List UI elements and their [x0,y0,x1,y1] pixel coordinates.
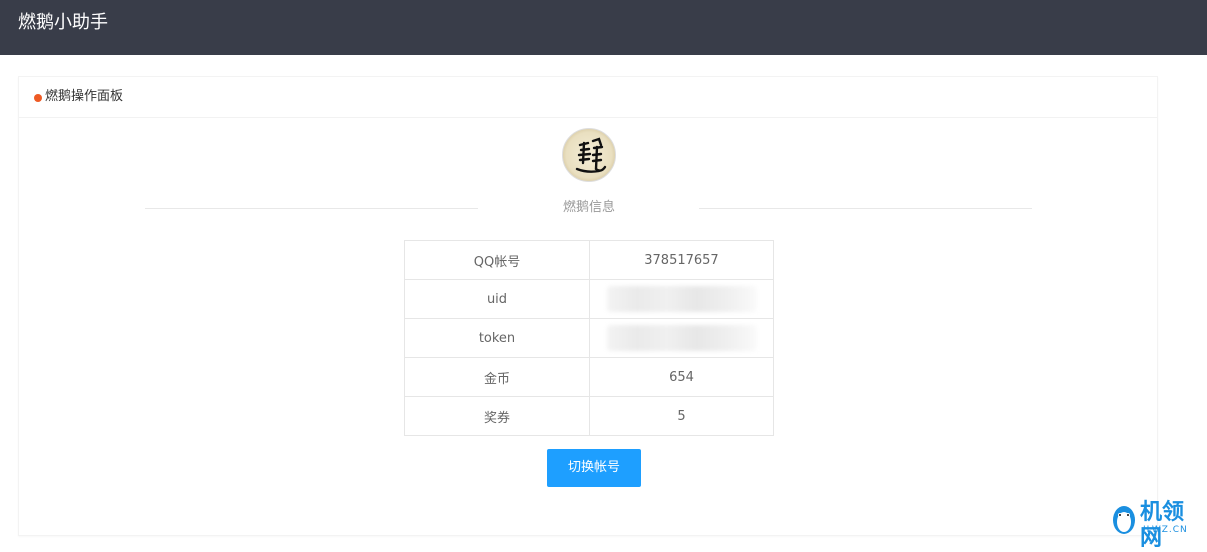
table-row: 金币 654 [404,357,774,397]
panel-title: 燃鹅操作面板 [45,89,124,104]
site-watermark: 机领网 JLWZ.CN [1110,500,1205,551]
avatar [562,128,616,182]
row-label: uid [404,279,590,319]
section-divider-right [699,208,1032,209]
row-value: 5 [589,396,774,436]
row-value: 378517657 [589,240,774,280]
table-row: uid [404,279,774,319]
watermark-domain: JLWZ.CN [1143,525,1188,535]
row-label: 金币 [404,357,590,397]
section-title: 燃鹅信息 [562,200,615,215]
dragon-calligraphy-icon [575,137,607,173]
table-row: token [404,318,774,358]
top-nav-bar: 燃鹅小助手 [0,0,1207,55]
table-row: QQ帐号 378517657 [404,240,774,280]
section-divider-left [145,208,478,209]
row-value-redacted [589,318,774,358]
row-label: QQ帐号 [404,240,590,280]
redacted-value [606,286,757,312]
panel-header: 燃鹅操作面板 [19,77,1157,118]
status-dot-icon [34,94,42,102]
app-title: 燃鹅小助手 [18,12,108,33]
row-label: token [404,318,590,358]
redacted-value [606,325,757,351]
profile-info-table: QQ帐号 378517657 uid token 金币 654 奖券 5 [404,240,774,436]
penguin-mascot-icon [1113,506,1135,534]
table-row: 奖券 5 [404,396,774,436]
switch-account-button[interactable]: 切换帐号 [547,449,641,487]
row-label: 奖券 [404,396,590,436]
row-value-redacted [589,279,774,319]
row-value: 654 [589,357,774,397]
control-panel-card: 燃鹅操作面板 燃鹅信息 QQ帐号 378517657 uid token 金币 … [18,76,1158,536]
